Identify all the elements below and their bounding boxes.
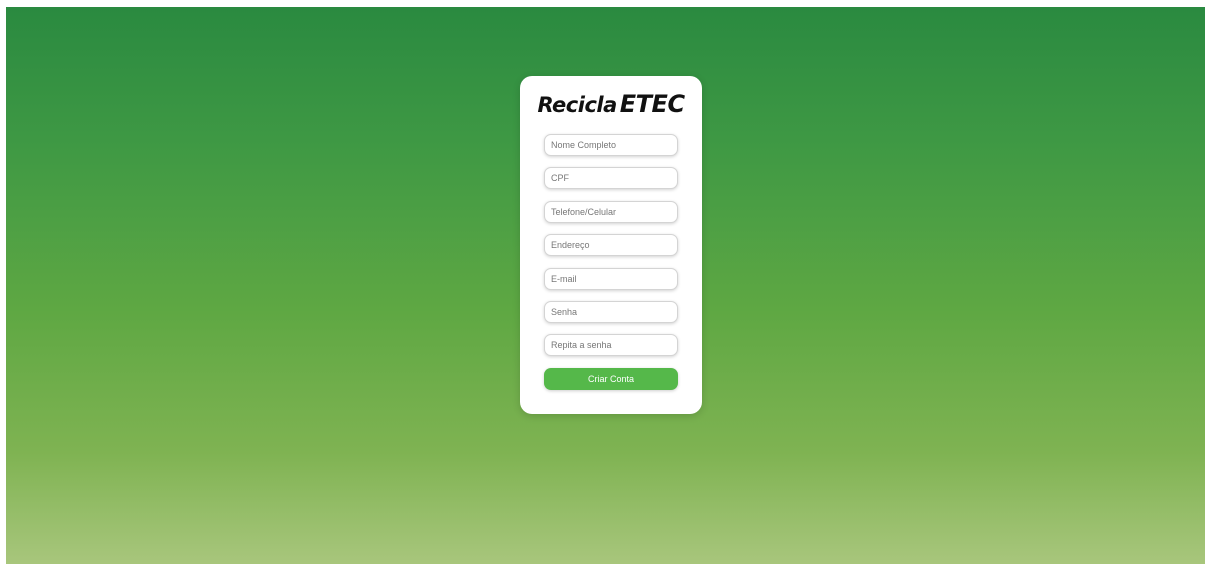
phone-input[interactable] xyxy=(544,201,678,223)
signup-card: ReciclaETEC Criar Conta xyxy=(520,76,702,414)
address-input[interactable] xyxy=(544,234,678,256)
full-name-input[interactable] xyxy=(544,134,678,156)
brand-logo: Recicla ETEC xyxy=(520,90,702,118)
cpf-input[interactable] xyxy=(544,167,678,189)
brand-name-etec: ETEC xyxy=(619,90,685,118)
brand-name-recicla: Recicla xyxy=(537,93,617,117)
repeat-password-input[interactable] xyxy=(544,334,678,356)
page-background: ReciclaETEC Criar Conta xyxy=(6,7,1205,564)
create-account-button[interactable]: Criar Conta xyxy=(544,368,678,390)
password-input[interactable] xyxy=(544,301,678,323)
email-input[interactable] xyxy=(544,268,678,290)
